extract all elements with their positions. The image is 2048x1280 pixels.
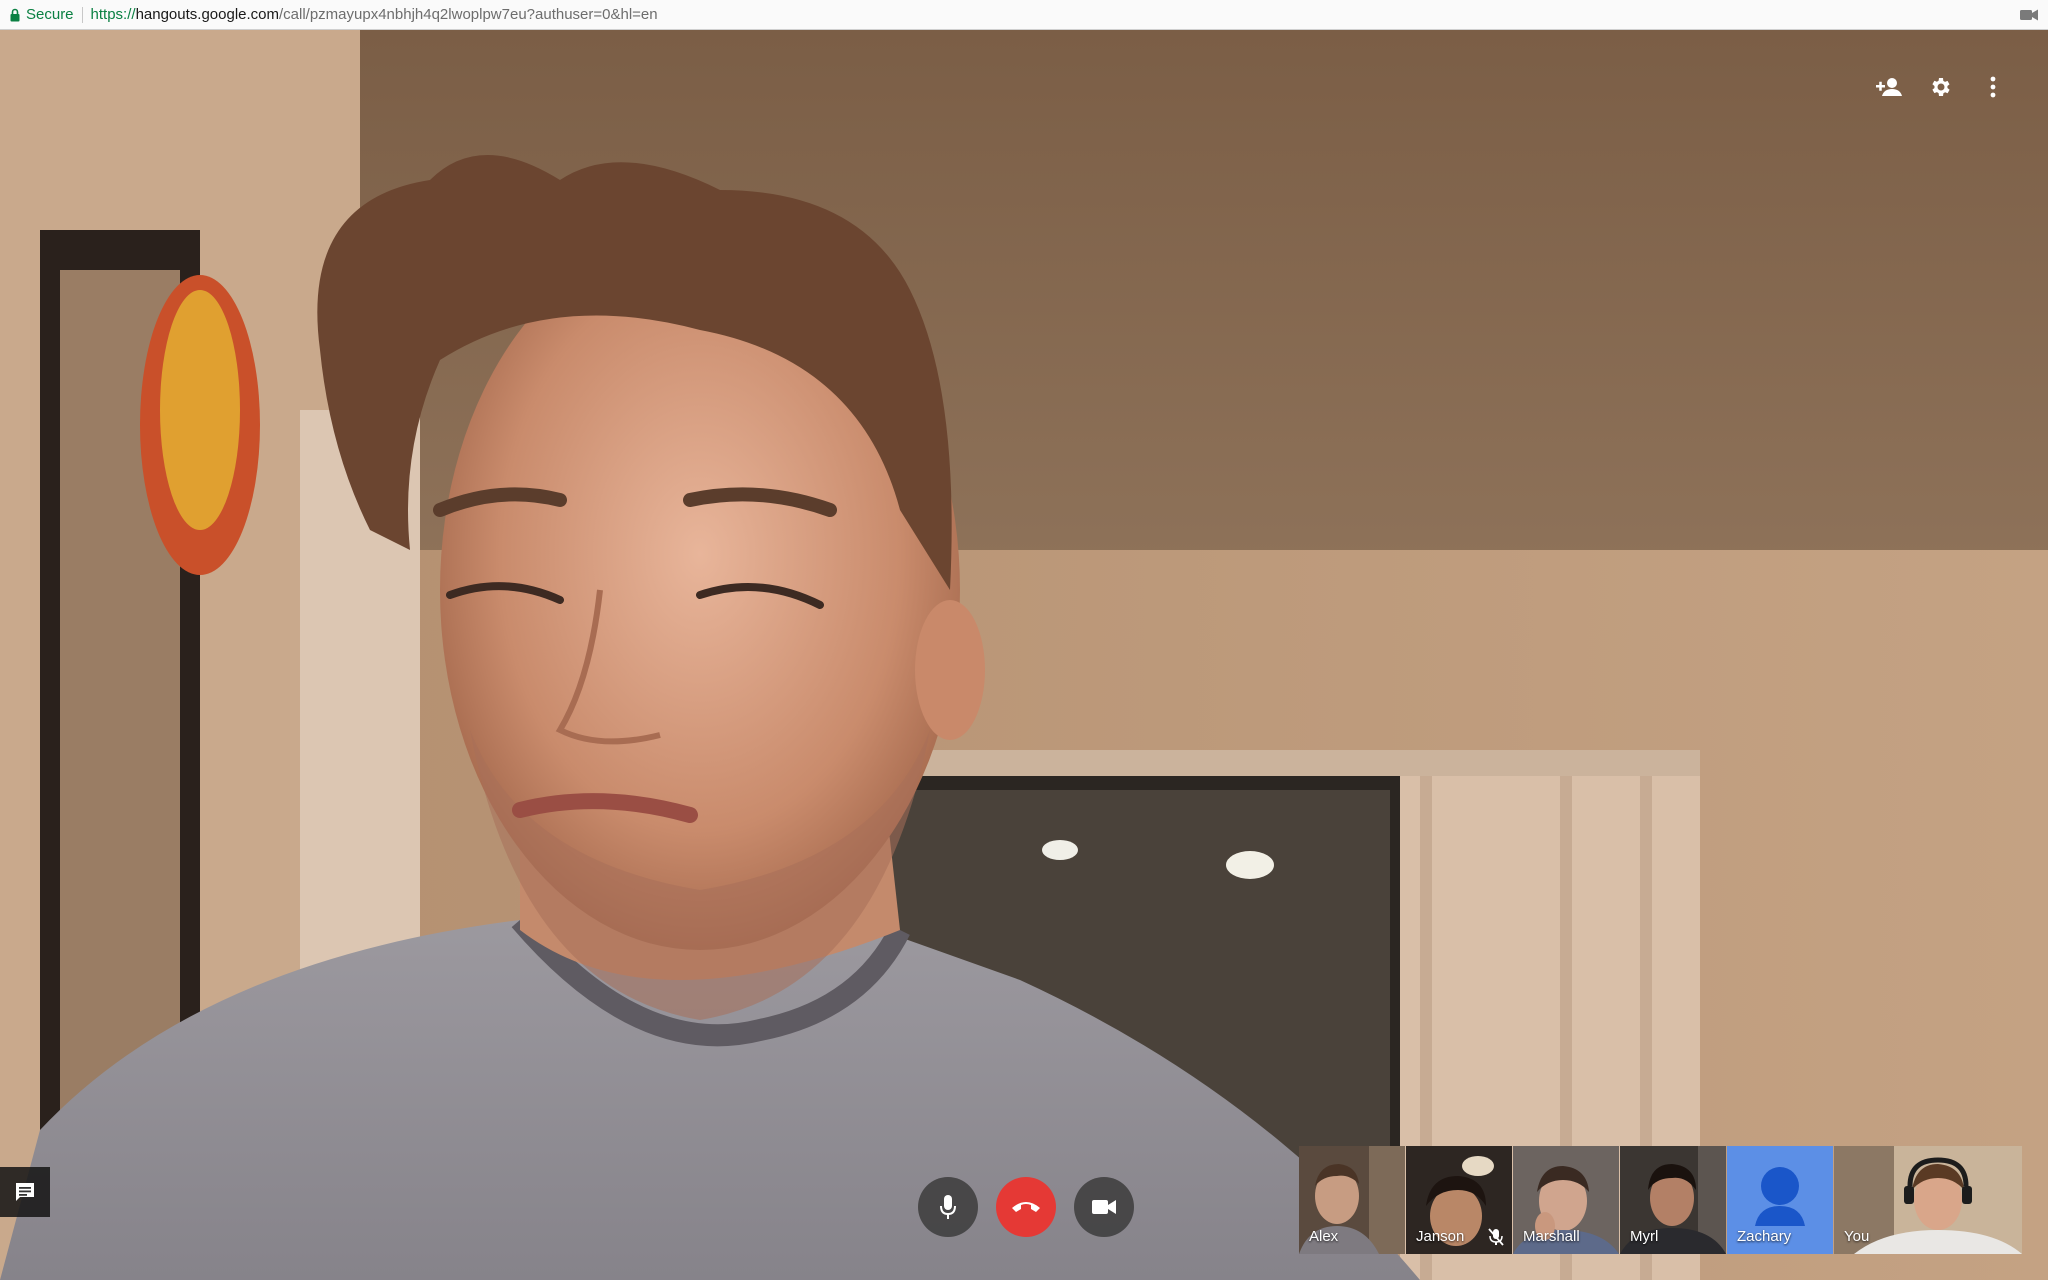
more-vert-icon — [1990, 76, 1996, 98]
participant-tile-janson[interactable]: Janson — [1406, 1146, 1512, 1254]
url-host[interactable]: hangouts.google.com — [136, 6, 279, 23]
microphone-button[interactable] — [918, 1177, 978, 1237]
participant-tile-marshall[interactable]: Marshall — [1513, 1146, 1619, 1254]
lock-icon — [10, 8, 20, 21]
participant-tile-alex[interactable]: Alex — [1299, 1146, 1405, 1254]
participant-tile-zachary[interactable]: Zachary — [1727, 1146, 1833, 1254]
chat-icon — [16, 1183, 34, 1201]
chat-button[interactable] — [0, 1167, 50, 1217]
muted-microphone-icon — [1488, 1228, 1504, 1246]
default-avatar-icon — [1755, 1167, 1805, 1226]
settings-button[interactable] — [1926, 72, 1956, 102]
address-divider — [81, 6, 83, 23]
main-video-feed — [0, 30, 2048, 1280]
microphone-icon — [940, 1195, 956, 1219]
gear-icon — [1932, 78, 1950, 96]
call-controls — [918, 1177, 1134, 1237]
participant-name: Alex — [1309, 1228, 1339, 1245]
participant-tile-myrl[interactable]: Myrl — [1620, 1146, 1726, 1254]
secure-label: Secure — [26, 6, 74, 23]
add-people-button[interactable] — [1874, 72, 1904, 102]
hang-up-button[interactable] — [996, 1177, 1056, 1237]
url-scheme[interactable]: https:// — [91, 6, 136, 23]
more-options-button[interactable] — [1978, 72, 2008, 102]
participant-name: Myrl — [1630, 1228, 1659, 1245]
hang-up-icon — [1012, 1202, 1040, 1212]
camera-button[interactable] — [1074, 1177, 1134, 1237]
participant-filmstrip: Alex Janson Marshall Myrl Zachary You — [1299, 1146, 2022, 1254]
camera-in-use-icon[interactable] — [2020, 8, 2038, 22]
participant-name: Zachary — [1737, 1228, 1792, 1245]
participant-name: You — [1844, 1228, 1870, 1245]
top-actions — [1874, 72, 2008, 102]
address-bar[interactable]: Secure https:// hangouts.google.com /cal… — [0, 0, 2048, 30]
participant-tile-you[interactable]: You — [1834, 1146, 2022, 1254]
add-person-icon — [1876, 78, 1902, 96]
url-path[interactable]: /call/pzmayupx4nbhjh4q2lwoplpw7eu?authus… — [279, 6, 658, 23]
participant-name: Janson — [1416, 1228, 1465, 1245]
participant-name: Marshall — [1523, 1228, 1580, 1245]
video-camera-icon — [1092, 1200, 1116, 1214]
main-video: Alex Janson Marshall Myrl Zachary You — [0, 30, 2048, 1280]
